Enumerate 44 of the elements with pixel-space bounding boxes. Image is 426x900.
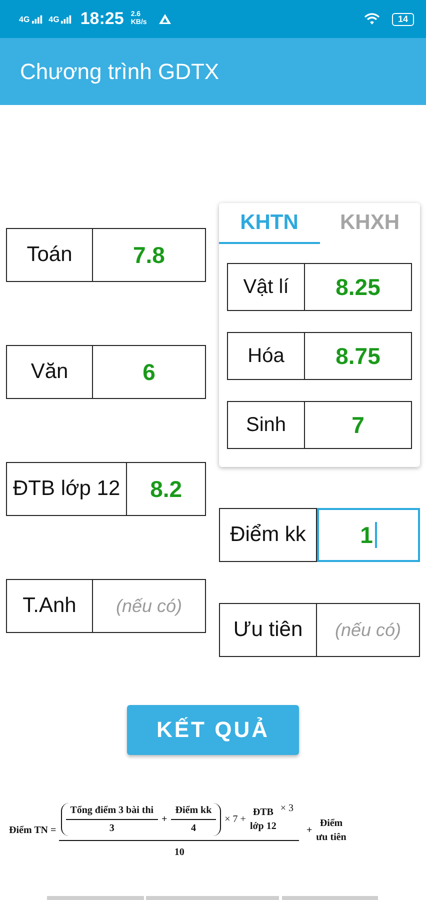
field-label: Ưu tiên — [219, 603, 317, 657]
clock: 18:25 — [80, 9, 124, 29]
formula-text: ĐTB — [252, 806, 274, 820]
score-input[interactable]: 7 — [305, 402, 411, 448]
field-label: ĐTB lớp 12 — [7, 463, 128, 515]
formula-text: 3 — [109, 823, 114, 834]
score-input[interactable]: (nếu có) — [93, 580, 205, 632]
field-label: Toán — [7, 229, 93, 281]
score-input[interactable]: (nếu có) — [317, 603, 420, 657]
field-label: Điểm kk — [219, 508, 317, 562]
field-label: Văn — [7, 346, 93, 398]
score-input[interactable]: 7.8 — [93, 229, 205, 281]
score-input[interactable]: 6 — [93, 346, 205, 398]
score-input[interactable]: 8.25 — [305, 264, 411, 310]
formula-text: Tổng điểm 3 bài thi — [66, 805, 158, 820]
signal-icon — [32, 14, 43, 24]
formula-text: Điểm TN = — [9, 825, 56, 836]
formula-text: ưu tiên — [316, 830, 346, 844]
formula-text: lớp 12 — [250, 820, 276, 834]
formula-text: + — [162, 814, 168, 825]
formula-text: 4 — [190, 823, 196, 834]
result-button[interactable]: KẾT QUẢ — [127, 705, 299, 755]
signal-label: 4G — [48, 14, 60, 24]
score-input[interactable]: 8.75 — [305, 333, 411, 379]
signal-label: 4G — [19, 14, 30, 24]
triangle-icon — [158, 14, 171, 24]
tab[interactable]: KHTN — [219, 203, 320, 244]
tab[interactable]: KHXH — [320, 203, 420, 244]
formula-text: Điểm — [320, 816, 343, 830]
field-label: Hóa — [228, 333, 305, 379]
field-label: T.Anh — [7, 580, 93, 632]
field-label: Vật lí — [228, 264, 305, 310]
score-input[interactable]: 8.2 — [127, 463, 205, 515]
field-label: Sinh — [228, 402, 305, 448]
formula-text: × 3 — [280, 803, 294, 814]
formula-text: + — [306, 825, 312, 836]
app-title: Chương trình GDTX — [20, 58, 220, 84]
battery-indicator: 14 — [392, 12, 414, 26]
signal-icon — [61, 14, 72, 24]
wifi-icon — [364, 13, 380, 25]
score-input[interactable]: 1 — [317, 508, 420, 562]
formula-text: × 7 + — [224, 814, 246, 825]
formula-text: Điểm kk — [171, 805, 216, 820]
formula-text: 10 — [174, 847, 184, 858]
